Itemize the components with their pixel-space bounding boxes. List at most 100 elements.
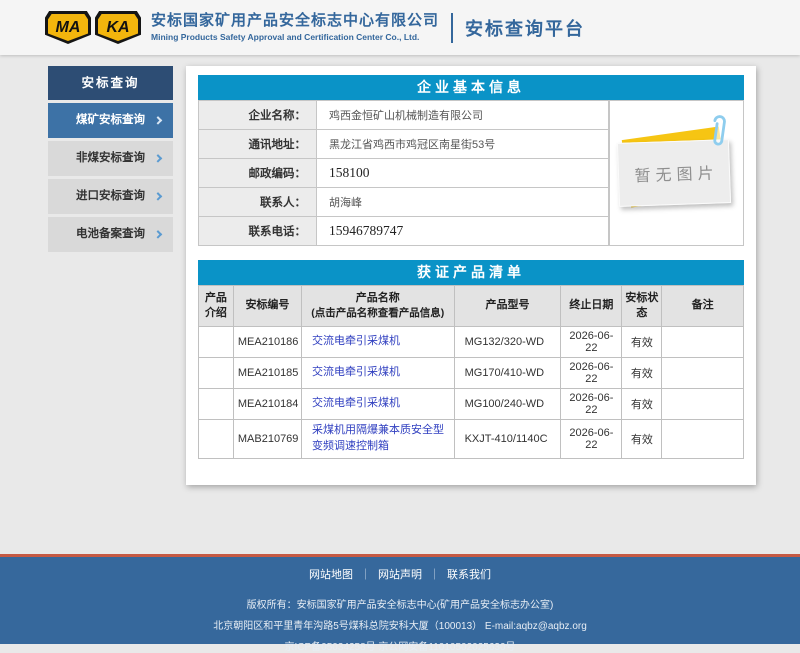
col-remark: 备注 [662, 286, 744, 327]
sidebar-title: 安标查询 [48, 66, 173, 100]
org-name-en: Mining Products Safety Approval and Cert… [151, 33, 439, 42]
col-product-intro: 产品介绍 [199, 286, 234, 327]
sidebar-item-import-query[interactable]: 进口安标查询 [48, 179, 173, 214]
cell-end-date: 2026-06-22 [561, 388, 622, 419]
product-row: MEA210184 交流电牵引采煤机 MG100/240-WD 2026-06-… [199, 388, 744, 419]
org-name-block: 安标国家矿用产品安全标志中心有限公司 Mining Products Safet… [151, 13, 439, 42]
sidebar-item-label: 非煤安标查询 [76, 152, 145, 164]
col-model: 产品型号 [454, 286, 561, 327]
cell-remark [662, 326, 744, 357]
col-end-date: 终止日期 [561, 286, 622, 327]
copyright-text: 版权所有：安标国家矿用产品安全标志中心(矿用产品安全标志办公室) [0, 596, 800, 611]
product-name-link[interactable]: 交流电牵引采煤机 [312, 335, 400, 347]
company-info-section: 企业基本信息 企业名称： 鸡西金恒矿山机械制造有限公司 通讯地址： 黑龙江省鸡西… [198, 75, 744, 246]
ka-badge-text: KA [98, 14, 138, 41]
products-title: 获证产品清单 [198, 260, 744, 285]
sidebar: 安标查询 煤矿安标查询 非煤安标查询 进口安标查询 电池备案查询 [48, 66, 173, 252]
cell-status: 有效 [622, 388, 662, 419]
platform-title: 安标查询平台 [465, 15, 585, 41]
cell-status: 有效 [622, 357, 662, 388]
cell-status: 有效 [622, 419, 662, 458]
info-value: 15946789747 [317, 217, 609, 246]
cell-cert-no: MEA210184 [233, 388, 301, 419]
info-label: 通讯地址： [199, 130, 317, 159]
col-product-name: 产品名称 (点击产品名称查看产品信息) [302, 286, 455, 327]
sidebar-item-noncoal-query[interactable]: 非煤安标查询 [48, 141, 173, 176]
org-name-cn: 安标国家矿用产品安全标志中心有限公司 [151, 13, 439, 30]
header-divider [451, 13, 453, 43]
cell-remark [662, 357, 744, 388]
info-label: 联系人： [199, 188, 317, 217]
product-row: MAB210769 采煤机用隔爆兼本质安全型变频调速控制箱 KXJT-410/1… [199, 419, 744, 458]
chevron-right-icon [154, 230, 162, 238]
products-section: 获证产品清单 产品介绍 安标编号 产品名称 (点击产品名称查看产品信息) 产品型… [198, 260, 744, 459]
cell-model: KXJT-410/1140C [454, 419, 561, 458]
product-name-link[interactable]: 交流电牵引采煤机 [312, 366, 400, 378]
col-status: 安标状态 [622, 286, 662, 327]
address-text: 北京朝阳区和平里青年沟路5号煤科总院安科大厦（100013） E-mail:aq… [0, 617, 800, 632]
sidebar-item-label: 煤矿安标查询 [76, 114, 145, 126]
info-value: 鸡西金恒矿山机械制造有限公司 [317, 101, 609, 130]
info-row-contact: 联系人： 胡海峰 [199, 188, 609, 217]
cell-intro [199, 388, 234, 419]
cell-cert-no: MEA210186 [233, 326, 301, 357]
icp-record-text: 京ICP备05034258号 京公网安备11010502025630号 [0, 638, 800, 653]
cell-model: MG132/320-WD [454, 326, 561, 357]
link-separator: ｜ [360, 569, 371, 581]
cell-product-name: 交流电牵引采煤机 [302, 388, 455, 419]
product-name-link[interactable]: 采煤机用隔爆兼本质安全型变频调速控制箱 [312, 424, 444, 452]
sitemap-link[interactable]: 网站地图 [309, 569, 353, 581]
product-row: MEA210186 交流电牵引采煤机 MG132/320-WD 2026-06-… [199, 326, 744, 357]
chevron-right-icon [154, 116, 162, 124]
cell-cert-no: MAB210769 [233, 419, 301, 458]
cell-intro [199, 326, 234, 357]
company-info-table: 企业名称： 鸡西金恒矿山机械制造有限公司 通讯地址： 黑龙江省鸡西市鸡冠区南星街… [198, 100, 609, 246]
contact-us-link[interactable]: 联系我们 [447, 569, 491, 581]
product-name-link[interactable]: 交流电牵引采煤机 [312, 397, 400, 409]
footer-links: 网站地图 ｜ 网站声明 ｜ 联系我们 [0, 566, 800, 582]
cell-end-date: 2026-06-22 [561, 357, 622, 388]
ka-badge-icon: KA [95, 11, 141, 44]
products-table: 产品介绍 安标编号 产品名称 (点击产品名称查看产品信息) 产品型号 终止日期 … [198, 285, 744, 459]
link-separator: ｜ [429, 569, 440, 581]
site-statement-link[interactable]: 网站声明 [378, 569, 422, 581]
site-header: MA KA 安标国家矿用产品安全标志中心有限公司 Mining Products… [0, 0, 800, 55]
cell-end-date: 2026-06-22 [561, 326, 622, 357]
info-label: 企业名称： [199, 101, 317, 130]
info-label: 联系电话： [199, 217, 317, 246]
info-value: 158100 [317, 159, 609, 188]
chevron-right-icon [154, 192, 162, 200]
no-image-text: 暂无图片 [629, 159, 719, 186]
cell-intro [199, 357, 234, 388]
cell-product-name: 交流电牵引采煤机 [302, 357, 455, 388]
cell-product-name: 交流电牵引采煤机 [302, 326, 455, 357]
maka-logo[interactable]: MA KA [45, 11, 141, 44]
sidebar-item-coal-query[interactable]: 煤矿安标查询 [48, 103, 173, 138]
info-row-address: 通讯地址： 黑龙江省鸡西市鸡冠区南星街53号 [199, 130, 609, 159]
main-panel: 企业基本信息 企业名称： 鸡西金恒矿山机械制造有限公司 通讯地址： 黑龙江省鸡西… [186, 66, 756, 485]
company-info-title: 企业基本信息 [198, 75, 744, 100]
col-cert-no: 安标编号 [233, 286, 301, 327]
info-row-postcode: 邮政编码： 158100 [199, 159, 609, 188]
cell-remark [662, 388, 744, 419]
sidebar-item-battery-query[interactable]: 电池备案查询 [48, 217, 173, 252]
chevron-right-icon [154, 154, 162, 162]
body-area: 安标查询 煤矿安标查询 非煤安标查询 进口安标查询 电池备案查询 企业基本信息 [0, 55, 800, 554]
product-row: MEA210185 交流电牵引采煤机 MG170/410-WD 2026-06-… [199, 357, 744, 388]
sidebar-item-label: 进口安标查询 [76, 190, 145, 202]
cell-remark [662, 419, 744, 458]
info-row-phone: 联系电话： 15946789747 [199, 217, 609, 246]
cell-end-date: 2026-06-22 [561, 419, 622, 458]
info-row-company-name: 企业名称： 鸡西金恒矿山机械制造有限公司 [199, 101, 609, 130]
cell-intro [199, 419, 234, 458]
cell-product-name: 采煤机用隔爆兼本质安全型变频调速控制箱 [302, 419, 455, 458]
ma-badge-text: MA [48, 14, 88, 41]
sidebar-item-label: 电池备案查询 [76, 228, 145, 240]
cell-status: 有效 [622, 326, 662, 357]
no-image-placeholder: 暂无图片 [609, 100, 744, 246]
cell-model: MG170/410-WD [454, 357, 561, 388]
site-footer: 网站地图 ｜ 网站声明 ｜ 联系我们 版权所有：安标国家矿用产品安全标志中心(矿用产品安… [0, 557, 800, 644]
info-value: 胡海峰 [317, 188, 609, 217]
ma-badge-icon: MA [45, 11, 91, 44]
products-header-row: 产品介绍 安标编号 产品名称 (点击产品名称查看产品信息) 产品型号 终止日期 … [199, 286, 744, 327]
